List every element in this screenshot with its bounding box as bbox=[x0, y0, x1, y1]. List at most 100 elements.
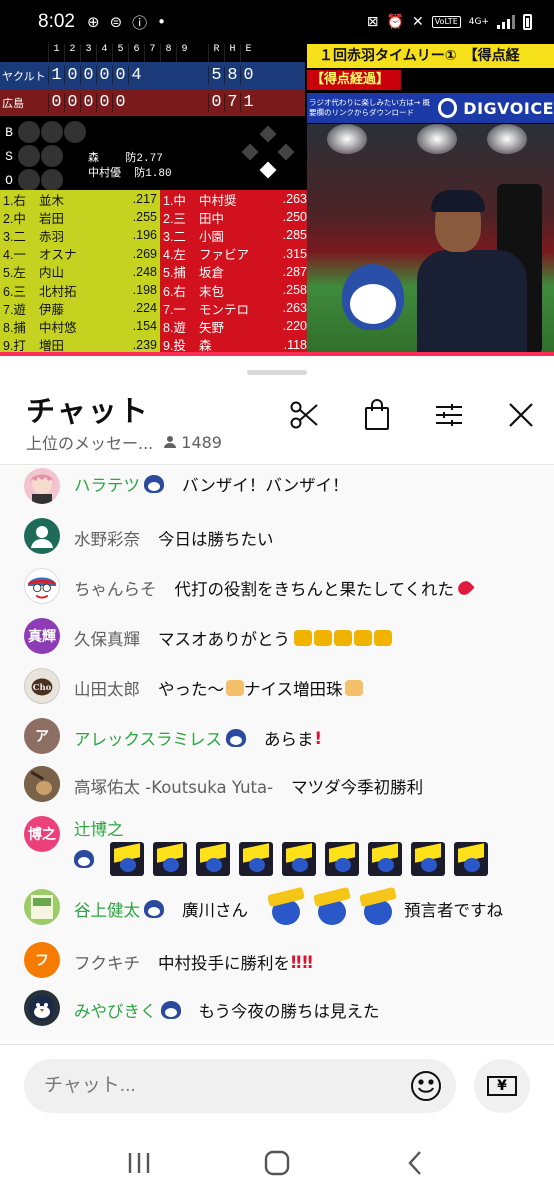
back-button[interactable] bbox=[395, 1143, 435, 1183]
message-text: 代打の役割をきちんと果たしてくれた bbox=[174, 580, 455, 599]
message-text: あらま bbox=[264, 730, 314, 749]
member-badge-icon bbox=[144, 900, 164, 918]
recent-apps-button[interactable] bbox=[119, 1143, 159, 1183]
chat-message: 真輝 久保真輝 マスオありがとう bbox=[24, 618, 392, 654]
chat-mode-label: 上位のメッセー... bbox=[26, 434, 154, 453]
sticker-row bbox=[74, 842, 497, 876]
avatar[interactable] bbox=[24, 518, 60, 554]
avatar[interactable]: ア bbox=[24, 718, 60, 754]
guitar-avatar-icon bbox=[24, 766, 60, 802]
clap-emoji-icon bbox=[314, 630, 332, 646]
clap-emoji-icon bbox=[354, 630, 372, 646]
yoi-sticker-icon bbox=[153, 842, 187, 876]
cheer-emoji-icon bbox=[344, 680, 363, 696]
author-name[interactable]: 水野彩奈 bbox=[74, 526, 140, 550]
yoi-sticker-icon bbox=[239, 842, 273, 876]
clap-emoji-icon bbox=[374, 630, 392, 646]
shopping-button[interactable] bbox=[360, 398, 394, 432]
chat-message: Cho 山田太郎 やった〜 ナイス増田珠 bbox=[24, 668, 363, 704]
food-avatar-icon bbox=[31, 895, 53, 919]
close-chat-button[interactable] bbox=[504, 398, 538, 432]
streamer-figure bbox=[417, 190, 527, 356]
chat-message: ハラテツ バンザイ！バンザイ！ bbox=[24, 468, 349, 504]
viewer-count: 1489 bbox=[163, 433, 222, 452]
swallow-sticker-icon bbox=[312, 889, 352, 929]
author-name[interactable]: 谷上健太 bbox=[74, 897, 164, 921]
header-divider bbox=[0, 464, 554, 465]
drag-handle[interactable] bbox=[247, 370, 307, 375]
yoi-sticker-icon bbox=[325, 842, 359, 876]
super-chat-button[interactable]: ¥ bbox=[474, 1059, 530, 1113]
message-text: 廣川さん bbox=[182, 901, 248, 920]
chat-mode-selector[interactable]: 上位のメッセー... 1489 bbox=[26, 430, 222, 454]
chat-title: チャット bbox=[26, 394, 150, 428]
author-name[interactable]: ハラテツ bbox=[74, 472, 164, 496]
promo-banner: ラジオ代わりに楽しみたい方は→ 概要欄のリンクからダウンロード DIGVOICE bbox=[307, 93, 554, 123]
author-name[interactable]: 山田太郎 bbox=[74, 676, 140, 700]
dot-icon: • bbox=[157, 13, 167, 31]
message-text: バンザイ！バンザイ！ bbox=[182, 476, 349, 495]
glove-avatar-icon: Cho bbox=[31, 678, 53, 696]
sync-icon: ⊜ bbox=[109, 13, 123, 31]
promo-brand: DIGVOICE bbox=[463, 98, 554, 118]
avatar[interactable] bbox=[24, 568, 60, 604]
chat-message: 高塚佑太 -Koutsuka Yuta- マツダ今季初勝利 bbox=[24, 766, 423, 802]
member-badge-icon bbox=[144, 475, 164, 493]
swallow-mascot-avatar-icon bbox=[29, 995, 55, 1021]
stadium-camera-feed bbox=[307, 124, 554, 356]
score-ticker: １回赤羽タイムリー① 【得点経 bbox=[307, 44, 554, 68]
author-name[interactable]: 高塚佑太 -Koutsuka Yuta- bbox=[74, 774, 273, 798]
chat-header-actions bbox=[288, 398, 538, 432]
author-name[interactable]: 辻博之 bbox=[74, 816, 124, 840]
score-row-away: ヤクルト 1 0 0 0 0 4 5 8 0 bbox=[0, 62, 305, 89]
filter-settings-button[interactable] bbox=[432, 398, 466, 432]
mascot-avatar-icon bbox=[27, 577, 57, 599]
base-diamond bbox=[232, 120, 305, 190]
avatar[interactable] bbox=[24, 889, 60, 925]
avatar[interactable]: フ bbox=[24, 942, 60, 978]
yoi-sticker-icon bbox=[110, 842, 144, 876]
score-row-home: 広島 0 0 0 0 0 0 7 1 bbox=[0, 89, 305, 116]
home-icon bbox=[264, 1150, 290, 1176]
default-user-icon bbox=[31, 526, 53, 548]
lock-icon: ⊠ bbox=[366, 14, 379, 30]
clip-button[interactable] bbox=[288, 398, 322, 432]
author-name[interactable]: 久保真輝 bbox=[74, 626, 140, 650]
live-chat-panel: チャット 上位のメッセー... 1489 ハラテツ バンザイ！バンザイ！ 水野彩… bbox=[0, 356, 554, 1200]
avatar[interactable] bbox=[24, 990, 60, 1026]
info-icon: ⓘ bbox=[132, 13, 148, 32]
chat-input-bar: ¥ bbox=[0, 1044, 554, 1126]
avatar[interactable] bbox=[24, 766, 60, 802]
message-text: やった〜 bbox=[158, 680, 224, 699]
close-icon bbox=[509, 403, 533, 427]
avatar[interactable]: 博之 bbox=[24, 816, 60, 852]
mute-icon: ✕ bbox=[411, 14, 424, 30]
shopping-bag-icon bbox=[365, 399, 389, 430]
score-progress-tag: 【得点経過】 bbox=[307, 70, 401, 90]
alarm-icon: ⏰ bbox=[386, 14, 404, 30]
author-name[interactable]: ちゃんらそ bbox=[74, 576, 157, 600]
avatar[interactable] bbox=[24, 468, 60, 504]
chat-message: ちゃんらそ 代打の役割をきちんと果たしてくれた bbox=[24, 568, 475, 604]
live-video-player[interactable]: 1 2 3 4 5 6 7 8 9 R H E ヤクルト 1 0 0 0 0 4… bbox=[0, 44, 554, 356]
swallow-sticker-icon bbox=[266, 889, 306, 929]
emoji-button[interactable] bbox=[409, 1069, 443, 1103]
author-name[interactable]: アレックスラミレス bbox=[74, 726, 247, 750]
home-button[interactable] bbox=[257, 1143, 297, 1183]
chat-message: 水野彩奈 今日は勝ちたい bbox=[24, 518, 274, 554]
avatar[interactable]: 真輝 bbox=[24, 618, 60, 654]
battery-icon bbox=[523, 14, 532, 30]
chat-message-list[interactable]: ハラテツ バンザイ！バンザイ！ 水野彩奈 今日は勝ちたい ちゃんらそ 代打の役割… bbox=[0, 466, 554, 1040]
network-type: 4G+ bbox=[468, 17, 489, 27]
clap-emoji-icon bbox=[334, 630, 352, 646]
chat-message: フ フクキチ 中村投手に勝利を ‼ ‼ bbox=[24, 942, 313, 978]
globe-icon: ⊕ bbox=[86, 13, 100, 31]
svg-text:Cho: Cho bbox=[33, 683, 52, 693]
author-name[interactable]: フクキチ bbox=[74, 950, 140, 974]
volte-badge: VoLTE bbox=[431, 16, 461, 28]
status-time: 8:02 bbox=[38, 11, 75, 32]
member-badge-icon bbox=[74, 850, 94, 868]
avatar[interactable]: Cho bbox=[24, 668, 60, 704]
author-name[interactable]: みやびきく bbox=[74, 998, 181, 1022]
chat-input[interactable] bbox=[24, 1059, 456, 1113]
